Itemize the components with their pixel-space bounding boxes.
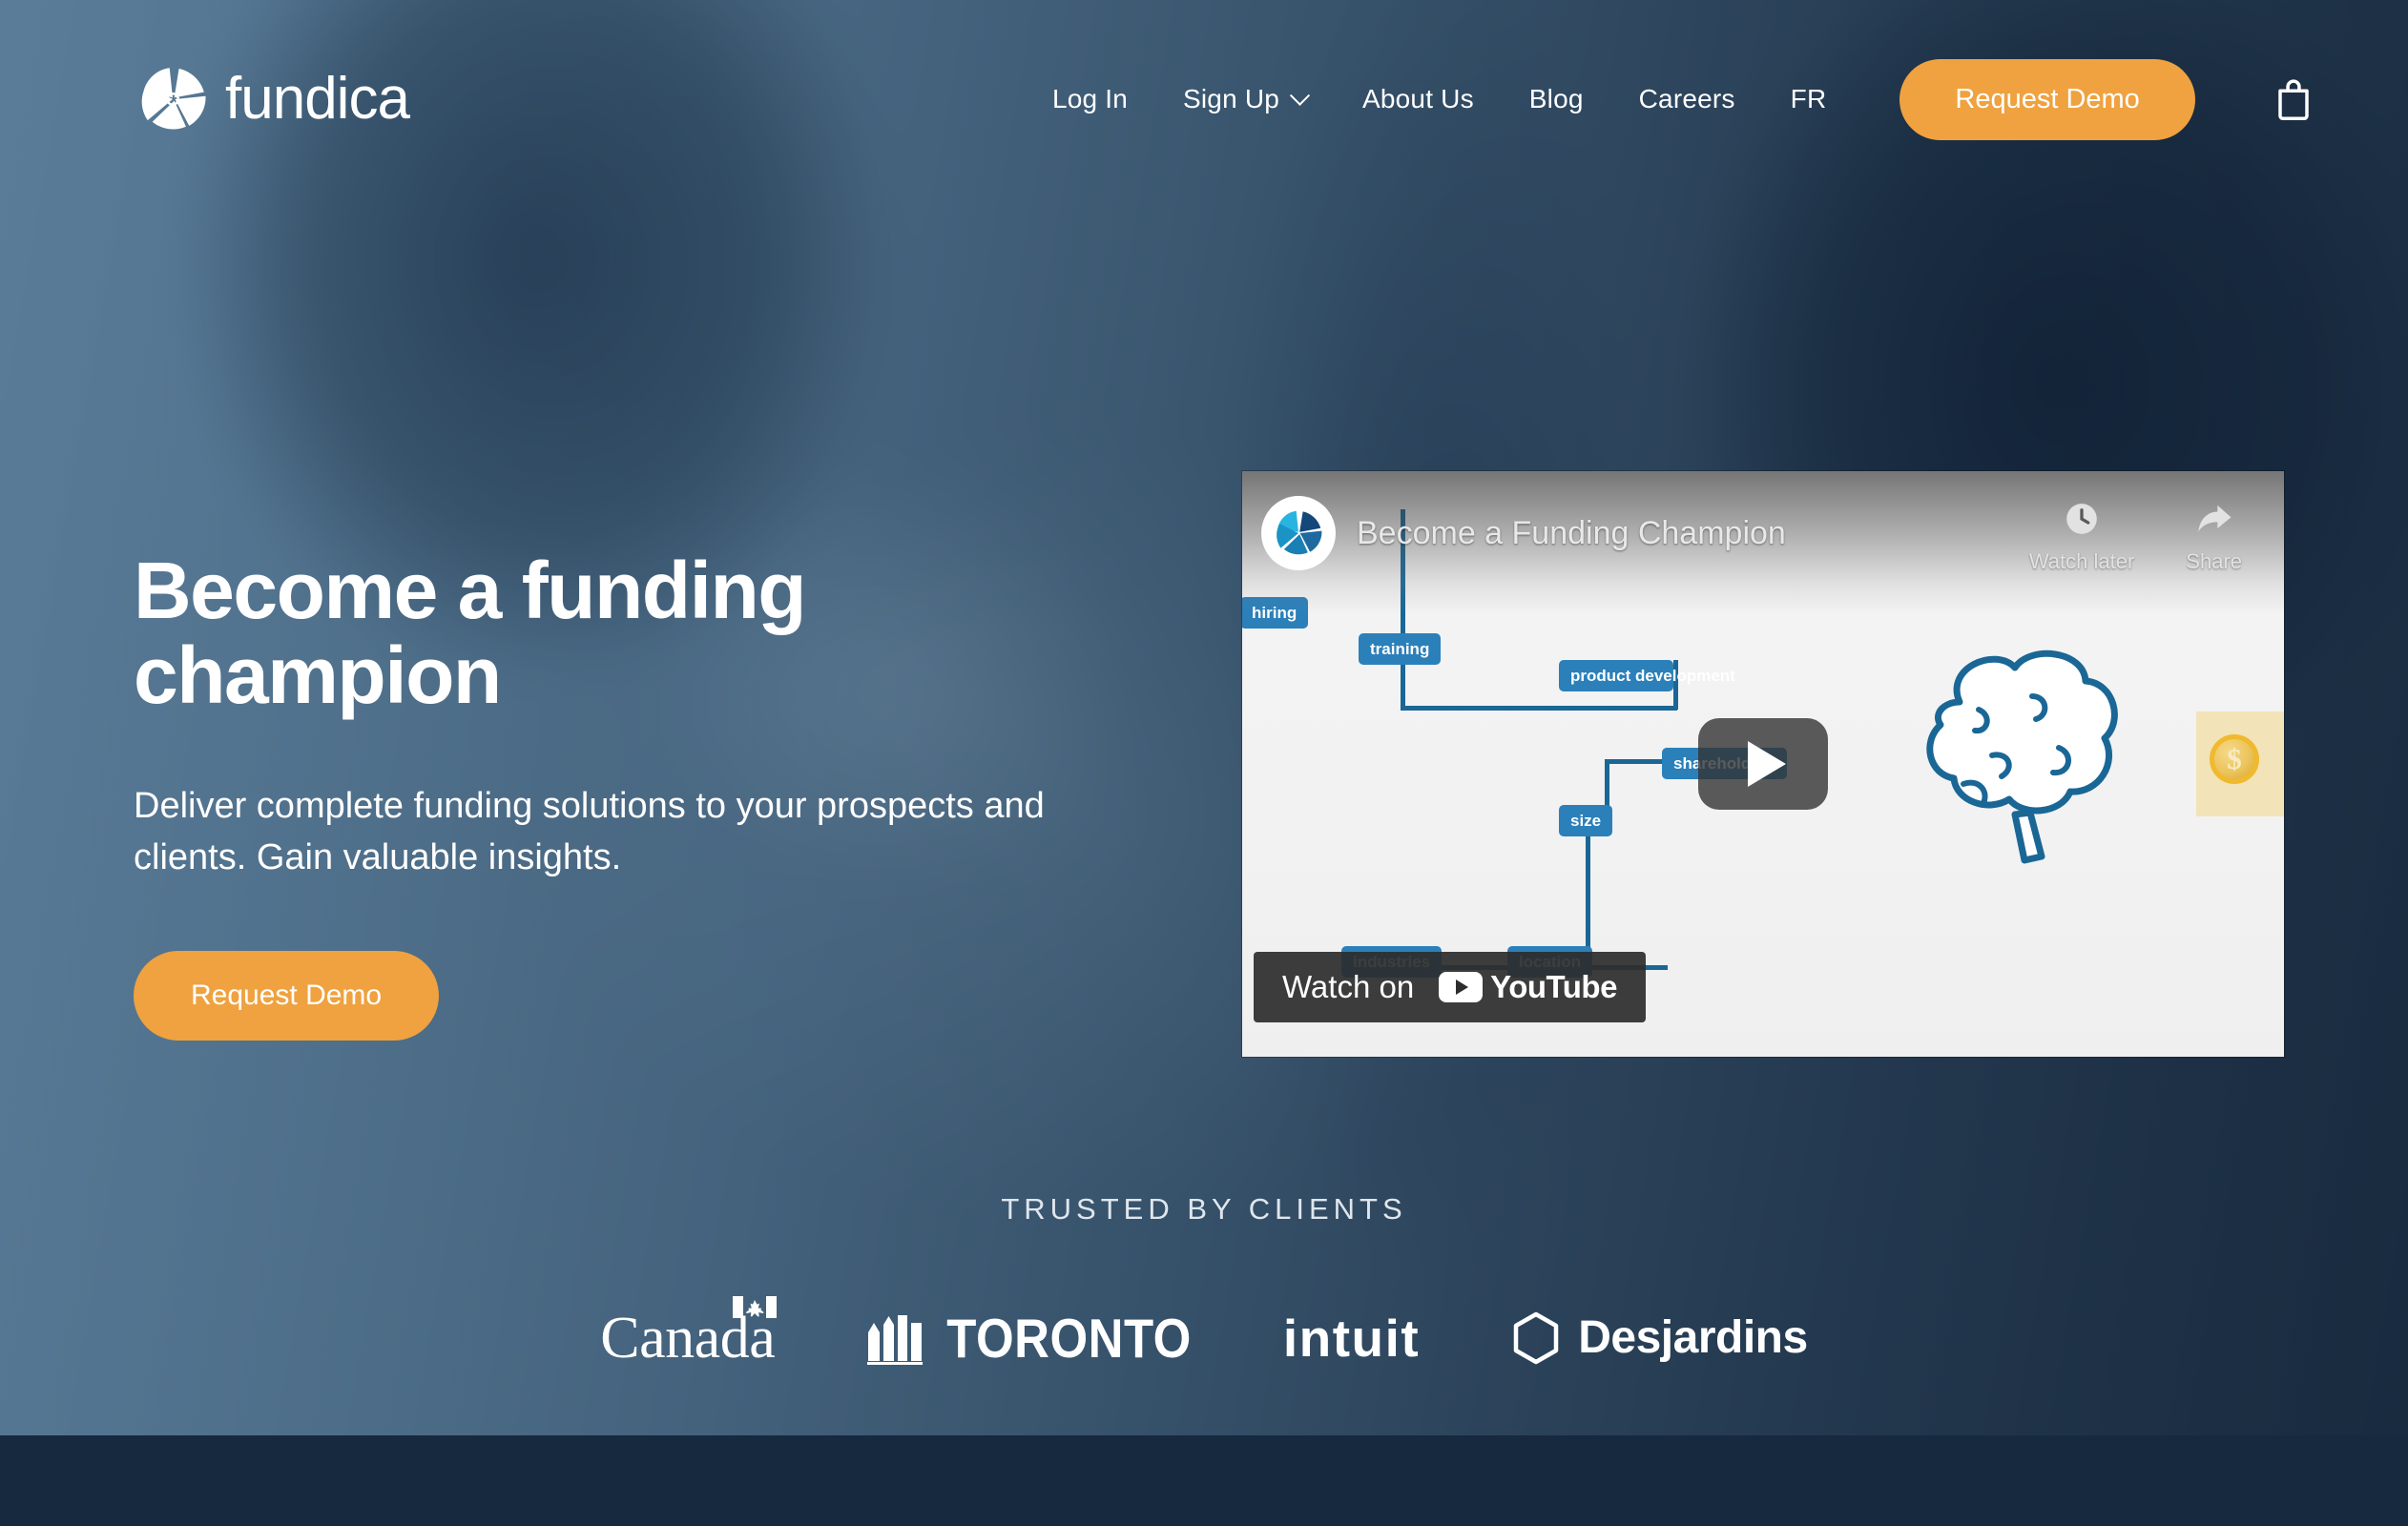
brand-name: fundica bbox=[225, 66, 410, 132]
flow-node-product-development: product development bbox=[1559, 660, 1735, 692]
play-button[interactable] bbox=[1698, 718, 1828, 810]
client-logo-intuit: intuit bbox=[1282, 1308, 1421, 1368]
youtube-badge: YouTube bbox=[1439, 969, 1617, 1005]
canada-flag-icon bbox=[733, 1296, 778, 1318]
watch-on-youtube-button[interactable]: Watch on YouTube bbox=[1254, 952, 1646, 1022]
flow-node-training: training bbox=[1359, 633, 1442, 666]
hero-request-demo-button[interactable]: Request Demo bbox=[134, 950, 440, 1041]
nav-item-about-us[interactable]: About Us bbox=[1335, 72, 1502, 126]
play-button-icon bbox=[1748, 741, 1786, 787]
youtube-play-icon bbox=[1439, 972, 1484, 1002]
share-arrow-icon bbox=[2197, 505, 2232, 532]
nav-item-label: About Us bbox=[1362, 84, 1474, 113]
hero-subtitle: Deliver complete funding solutions to yo… bbox=[134, 786, 1045, 878]
desjardins-hexagon-icon bbox=[1514, 1311, 1559, 1365]
nav-item-language-fr[interactable]: FR bbox=[1763, 72, 1855, 126]
client-logo-canada: Canada bbox=[600, 1296, 778, 1368]
nav-links: Log In Sign Up About Us Blog Careers FR bbox=[1025, 72, 1854, 126]
trusted-by-clients-label: TRUSTED BY CLIENTS bbox=[1001, 1192, 1407, 1226]
share-label: Share bbox=[2186, 549, 2242, 573]
landing-page: fundica Log In Sign Up About Us Blog Car… bbox=[0, 0, 2408, 1526]
client-logo-desjardins: Desjardins bbox=[1511, 1311, 1808, 1365]
watch-later-label: Watch later bbox=[2028, 549, 2135, 573]
nav-item-blog[interactable]: Blog bbox=[1502, 72, 1611, 126]
video-header-overlay: Become a Funding Champion Watch later Sh… bbox=[1242, 471, 2284, 614]
shopping-bag-icon bbox=[2278, 79, 2309, 121]
coin-icon: $ bbox=[2210, 734, 2259, 784]
video-channel-avatar[interactable] bbox=[1261, 496, 1336, 570]
toronto-buildings-icon bbox=[867, 1315, 924, 1365]
cart-button[interactable] bbox=[2264, 68, 2323, 131]
video-actions: Watch later Share bbox=[2029, 471, 2284, 574]
hero-copy-block: Become a funding champion Deliver comple… bbox=[134, 546, 1183, 1041]
nav-item-label: Careers bbox=[1638, 84, 1735, 113]
fundica-pinwheel-avatar-icon bbox=[1277, 510, 1322, 555]
video-embed[interactable]: hiring hiring training product developme… bbox=[1242, 471, 2284, 1057]
nav-item-careers[interactable]: Careers bbox=[1611, 72, 1763, 126]
trusted-by-clients-section: TRUSTED BY CLIENTS Canada TORONTO intuit… bbox=[0, 1192, 2408, 1368]
brand-logo-link[interactable]: fundica bbox=[134, 60, 410, 138]
brain-illustration-icon bbox=[1926, 650, 2118, 864]
intuit-wordmark: intuit bbox=[1282, 1308, 1421, 1368]
nav-item-label: Sign Up bbox=[1183, 84, 1280, 113]
client-logo-toronto: TORONTO bbox=[866, 1309, 1192, 1367]
top-navigation-bar: fundica Log In Sign Up About Us Blog Car… bbox=[0, 0, 2408, 198]
client-logo-row: Canada TORONTO intuit Desjardins bbox=[0, 1296, 2408, 1368]
nav-item-label: FR bbox=[1790, 84, 1827, 113]
nav-item-log-in[interactable]: Log In bbox=[1025, 72, 1155, 126]
clock-icon bbox=[2066, 504, 2097, 534]
nav-item-sign-up[interactable]: Sign Up bbox=[1155, 72, 1335, 126]
nav-item-label: Log In bbox=[1051, 84, 1128, 113]
youtube-wordmark: YouTube bbox=[1490, 969, 1617, 1004]
watch-later-button[interactable]: Watch later bbox=[2029, 500, 2134, 574]
chevron-down-icon bbox=[1289, 85, 1311, 106]
hero-title: Become a funding champion bbox=[134, 546, 807, 721]
share-button[interactable]: Share bbox=[2186, 500, 2242, 574]
flow-node-size: size bbox=[1559, 805, 1613, 837]
nav-request-demo-button[interactable]: Request Demo bbox=[1899, 58, 2195, 140]
flow-wire bbox=[1401, 660, 1405, 710]
nav-item-label: Blog bbox=[1528, 84, 1584, 113]
flow-wire bbox=[1401, 706, 1677, 711]
watch-on-label: Watch on bbox=[1282, 969, 1415, 1004]
footer-band bbox=[0, 1435, 2408, 1526]
aperture-pinwheel-icon bbox=[141, 68, 206, 130]
video-title: Become a Funding Champion bbox=[1357, 515, 1786, 551]
toronto-wordmark: TORONTO bbox=[946, 1308, 1192, 1369]
desjardins-wordmark: Desjardins bbox=[1578, 1312, 1808, 1363]
